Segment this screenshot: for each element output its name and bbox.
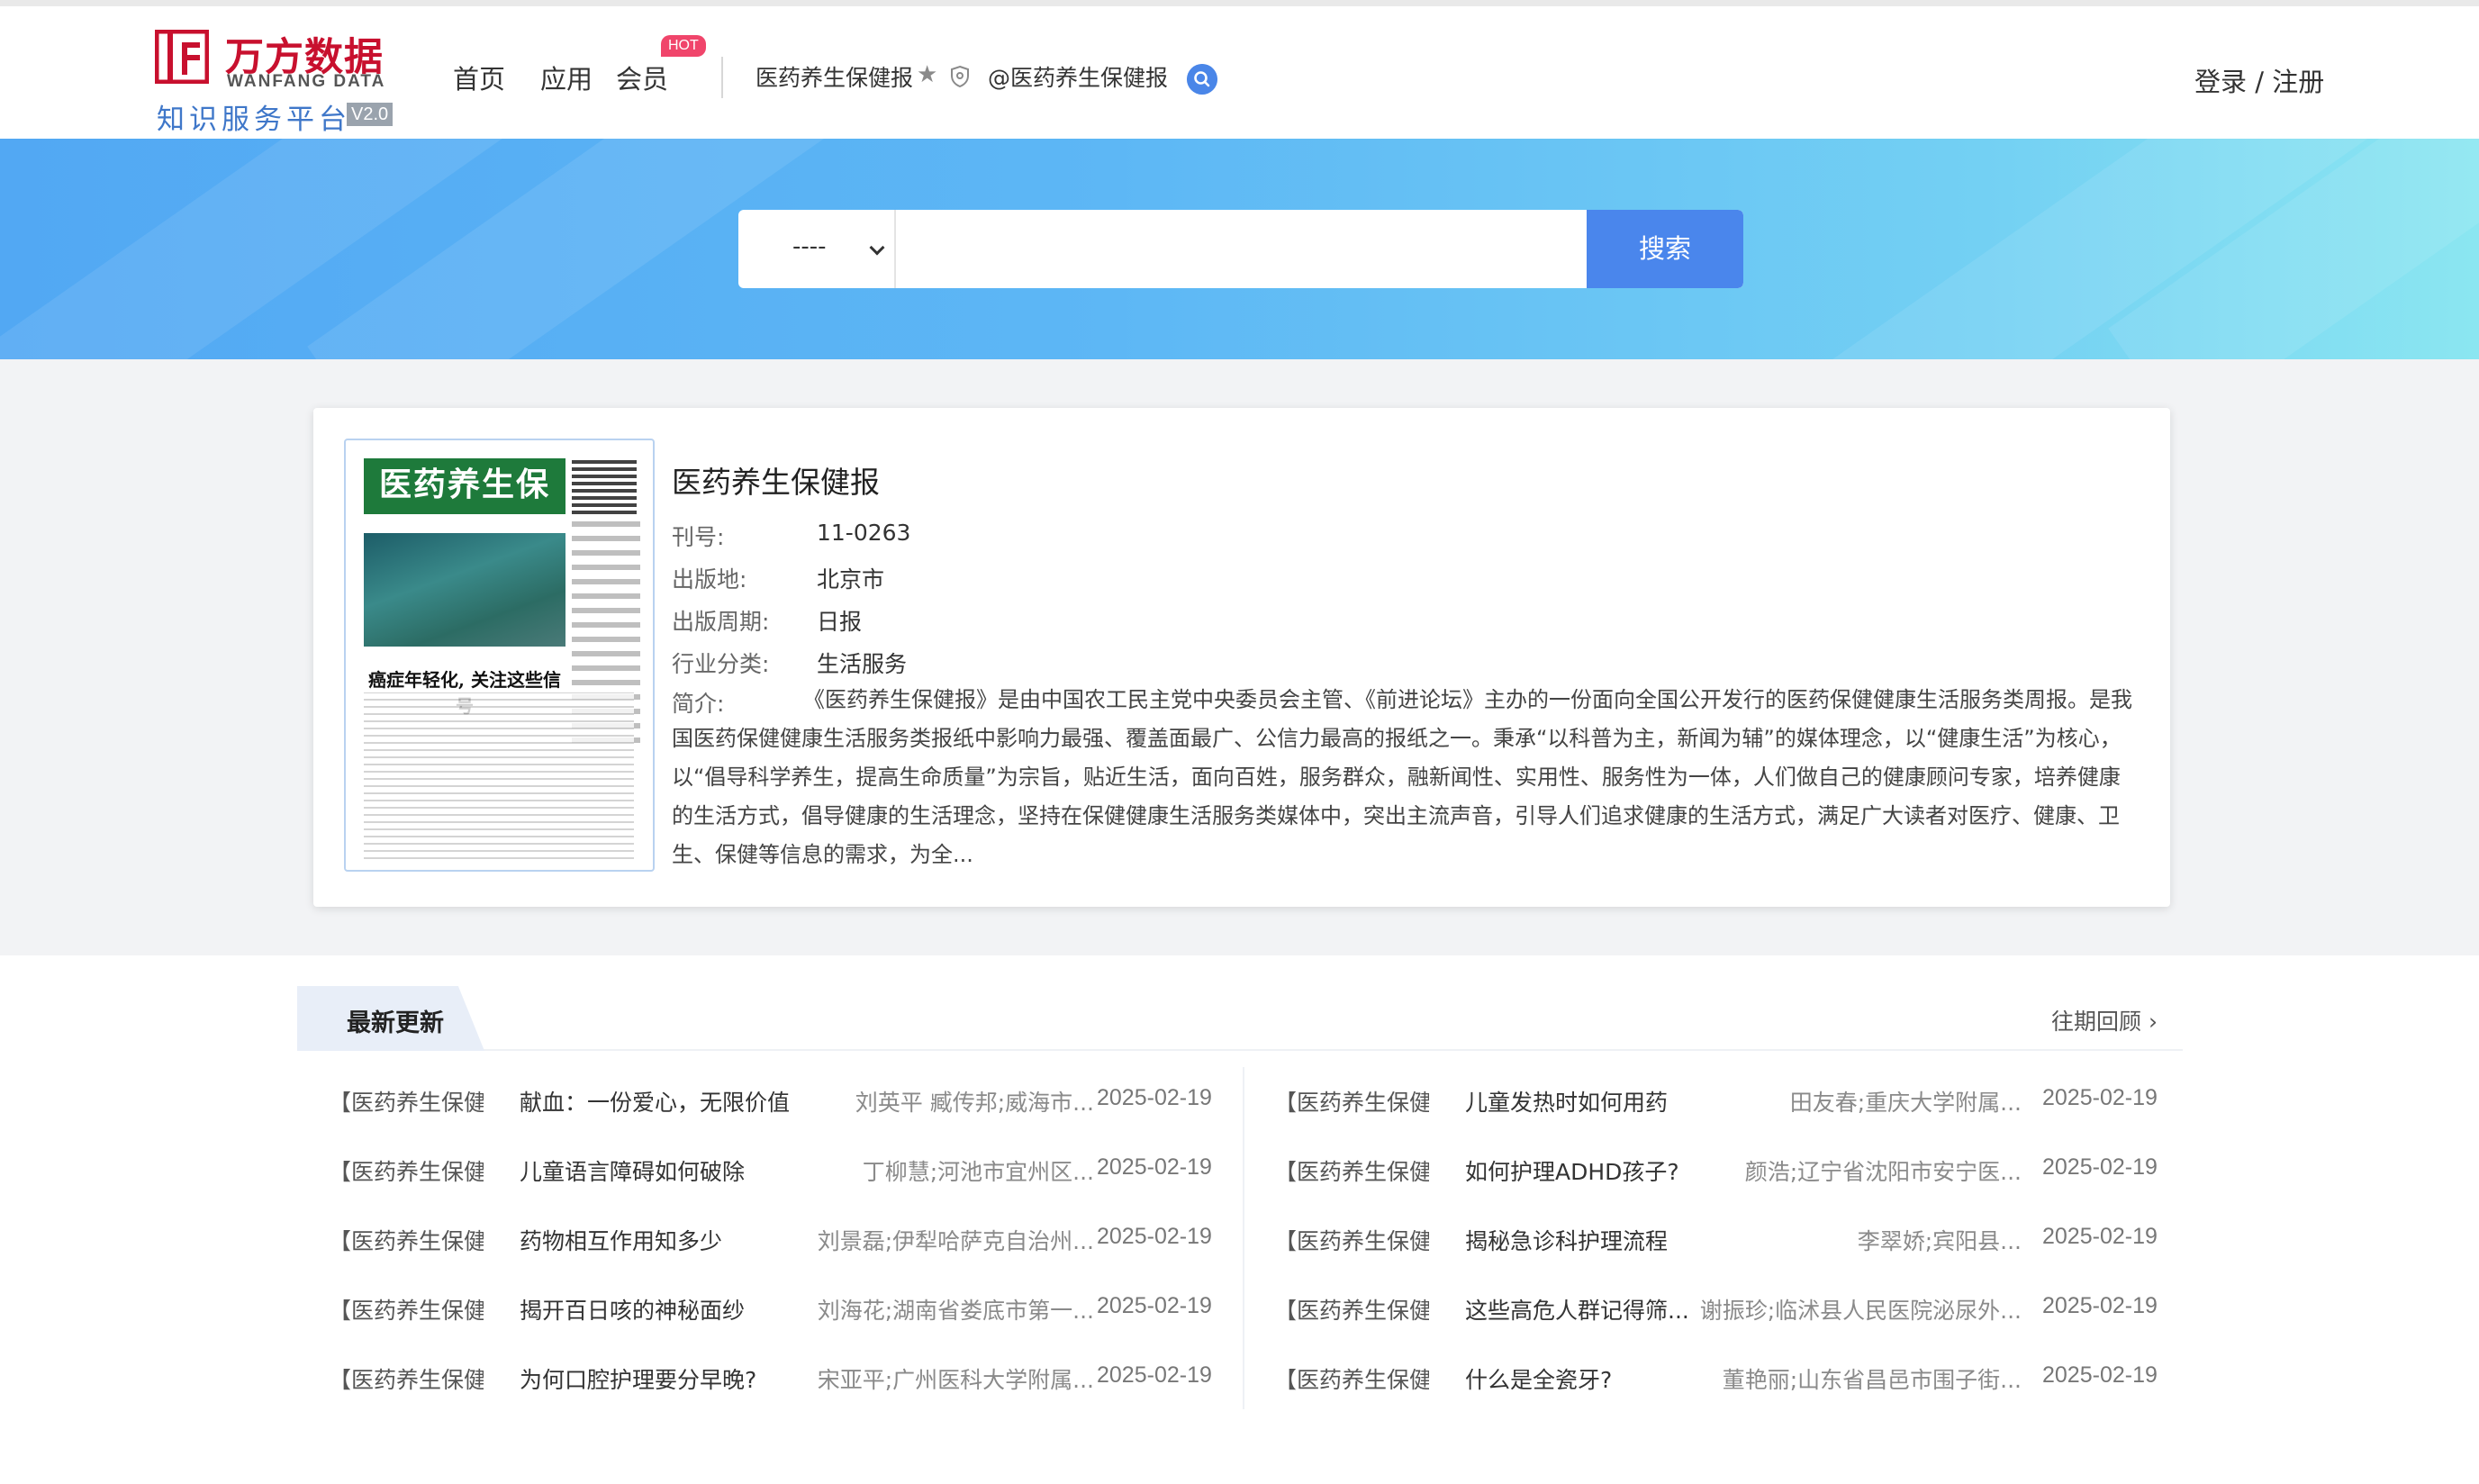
item-title[interactable]: 儿童语言障碍如何破除	[520, 1154, 799, 1187]
star-icon[interactable]: ★	[917, 63, 937, 86]
publication-title: 医药养生保健报	[672, 465, 880, 500]
field-label-frequency: 出版周期:	[672, 609, 770, 635]
item-date: 2025-02-19	[2042, 1154, 2158, 1180]
back-issues-link[interactable]: 往期回顾 ›	[2051, 1004, 2158, 1036]
item-title[interactable]: 为何口腔护理要分早晚?	[520, 1362, 799, 1395]
cover-body-text	[364, 692, 634, 859]
search-icon[interactable]	[1187, 64, 1217, 95]
top-divider	[0, 0, 2479, 6]
publication-at-link[interactable]: @医药养生保健报	[988, 60, 1168, 93]
hot-badge: HOT	[661, 35, 706, 57]
cover-photo	[364, 533, 565, 647]
item-author: 刘景磊;伊犁哈萨克自治州...	[817, 1228, 1094, 1254]
list-item[interactable]: 【医药养生保健 这些高危人群记得筛... 谢振珍;临沭县人民医院泌尿外... 2…	[1274, 1293, 2175, 1329]
item-author: 颜浩;辽宁省沈阳市安宁医...	[1744, 1159, 2022, 1185]
item-date: 2025-02-19	[2042, 1362, 2158, 1388]
field-value-frequency: 日报	[817, 609, 863, 635]
field-value-place: 北京市	[817, 566, 885, 593]
item-author: 丁柳慧;河池市宜州区...	[862, 1159, 1094, 1185]
shield-icon[interactable]	[949, 65, 971, 88]
search-scope-select[interactable]: ----	[738, 210, 896, 288]
item-title[interactable]: 药物相互作用知多少	[520, 1224, 799, 1256]
item-title[interactable]: 献血：一份爱心，无限价值	[520, 1085, 799, 1118]
item-date: 2025-02-19	[1097, 1154, 1212, 1180]
item-title[interactable]: 什么是全瓷牙?	[1465, 1362, 1695, 1395]
item-date: 2025-02-19	[2042, 1085, 2158, 1110]
search-input[interactable]	[898, 210, 1582, 288]
field-value-issn: 11-0263	[817, 520, 911, 546]
item-title[interactable]: 揭秘急诊科护理流程	[1465, 1224, 1695, 1256]
item-title[interactable]: 儿童发热时如何用药	[1465, 1085, 1695, 1118]
field-value-category: 生活服务	[817, 651, 908, 677]
nav-divider	[721, 57, 723, 98]
wanfang-logo[interactable]: 万方数据 WANFANG DATA 知识服务平台 V2.0	[155, 24, 398, 136]
latest-updates-header: 最新更新 往期回顾 ›	[297, 986, 2183, 1051]
publication-crumb[interactable]: 医药养生保健报	[755, 60, 913, 93]
column-divider	[1243, 1067, 1244, 1409]
item-date: 2025-02-19	[2042, 1293, 2158, 1318]
page: 万方数据 WANFANG DATA 知识服务平台 V2.0 首页 应用 会员 H…	[0, 0, 2479, 1484]
item-author: 宋亚平;广州医科大学附属...	[817, 1367, 1094, 1393]
field-label-category: 行业分类:	[672, 651, 770, 677]
nav-home[interactable]: 首页	[453, 59, 505, 96]
item-author: 李翠娇;宾阳县...	[1857, 1228, 2022, 1254]
publication-intro: 《医药养生保健报》是由中国农工民主党中央委员会主管、《前进论坛》主办的一份面向全…	[672, 687, 2132, 867]
qr-code-icon	[572, 458, 637, 514]
cover-masthead: 医药养生保健报	[364, 458, 565, 556]
item-source: 【医药养生保健	[329, 1228, 484, 1254]
search-scope-value: ----	[792, 233, 827, 260]
brand-subtitle: 知识服务平台	[157, 104, 351, 136]
item-source: 【医药养生保健	[1274, 1298, 1429, 1324]
search-button[interactable]: 搜索	[1587, 210, 1743, 288]
section-title: 最新更新	[347, 1009, 444, 1037]
login-register-link[interactable]: 登录 / 注册	[2194, 61, 2324, 99]
item-title[interactable]: 揭开百日咳的神秘面纱	[520, 1293, 799, 1326]
nav-vip[interactable]: 会员	[616, 59, 668, 96]
item-author: 董艳丽;山东省昌邑市围子街...	[1722, 1367, 2022, 1393]
list-item[interactable]: 【医药养生保健 献血：一份爱心，无限价值 刘英平 臧传邦;威海市... 2025…	[329, 1085, 1212, 1121]
item-date: 2025-02-19	[1097, 1224, 1212, 1249]
item-author: 谢振珍;临沭县人民医院泌尿外...	[1699, 1298, 2022, 1324]
header: 万方数据 WANFANG DATA 知识服务平台 V2.0 首页 应用 会员 H…	[0, 6, 2479, 139]
item-source: 【医药养生保健	[1274, 1090, 1429, 1116]
item-date: 2025-02-19	[1097, 1293, 1212, 1318]
item-author: 刘海花;湖南省娄底市第一...	[817, 1298, 1094, 1324]
search-banner: ---- 搜索	[0, 139, 2479, 359]
item-date: 2025-02-19	[1097, 1362, 1212, 1388]
version-badge: V2.0	[347, 103, 394, 126]
list-item[interactable]: 【医药养生保健 如何护理ADHD孩子? 颜浩;辽宁省沈阳市安宁医... 2025…	[1274, 1154, 2175, 1190]
list-item[interactable]: 【医药养生保健 揭秘急诊科护理流程 李翠娇;宾阳县... 2025-02-19	[1274, 1224, 2175, 1260]
item-title[interactable]: 如何护理ADHD孩子?	[1465, 1154, 1695, 1187]
list-item[interactable]: 【医药养生保健 揭开百日咳的神秘面纱 刘海花;湖南省娄底市第一... 2025-…	[329, 1293, 1212, 1329]
item-author: 刘英平 臧传邦;威海市...	[855, 1090, 1094, 1116]
field-label-place: 出版地:	[672, 566, 747, 593]
search-box: ---- 搜索	[738, 210, 1743, 288]
brand-name-en: WANFANG DATA	[227, 72, 386, 91]
field-label-issn: 刊号:	[672, 524, 725, 550]
item-source: 【医药养生保健	[329, 1090, 484, 1116]
list-item[interactable]: 【医药养生保健 药物相互作用知多少 刘景磊;伊犁哈萨克自治州... 2025-0…	[329, 1224, 1212, 1260]
item-source: 【医药养生保健	[329, 1159, 484, 1185]
nav-app[interactable]: 应用	[540, 59, 593, 96]
list-item[interactable]: 【医药养生保健 儿童发热时如何用药 田友春;重庆大学附属... 2025-02-…	[1274, 1085, 2175, 1121]
item-source: 【医药养生保健	[1274, 1367, 1429, 1393]
item-author: 田友春;重庆大学附属...	[1789, 1090, 2022, 1116]
list-item[interactable]: 【医药养生保健 为何口腔护理要分早晚? 宋亚平;广州医科大学附属... 2025…	[329, 1362, 1212, 1398]
item-source: 【医药养生保健	[329, 1298, 484, 1324]
publication-card: 医药养生保健报 癌症年轻化, 关注这些信号 医药养生保健报 刊号: 11-026…	[313, 408, 2170, 907]
chevron-down-icon	[869, 240, 885, 256]
item-title[interactable]: 这些高危人群记得筛...	[1465, 1293, 1695, 1326]
item-source: 【医药养生保健	[329, 1367, 484, 1393]
item-date: 2025-02-19	[1097, 1085, 1212, 1110]
list-item[interactable]: 【医药养生保健 儿童语言障碍如何破除 丁柳慧;河池市宜州区... 2025-02…	[329, 1154, 1212, 1190]
item-source: 【医药养生保健	[1274, 1159, 1429, 1185]
item-source: 【医药养生保健	[1274, 1228, 1429, 1254]
list-item[interactable]: 【医药养生保健 什么是全瓷牙? 董艳丽;山东省昌邑市围子街... 2025-02…	[1274, 1362, 2175, 1398]
wanfang-logo-icon	[155, 30, 209, 84]
item-date: 2025-02-19	[2042, 1224, 2158, 1249]
publication-cover[interactable]: 医药养生保健报 癌症年轻化, 关注这些信号	[344, 439, 655, 872]
